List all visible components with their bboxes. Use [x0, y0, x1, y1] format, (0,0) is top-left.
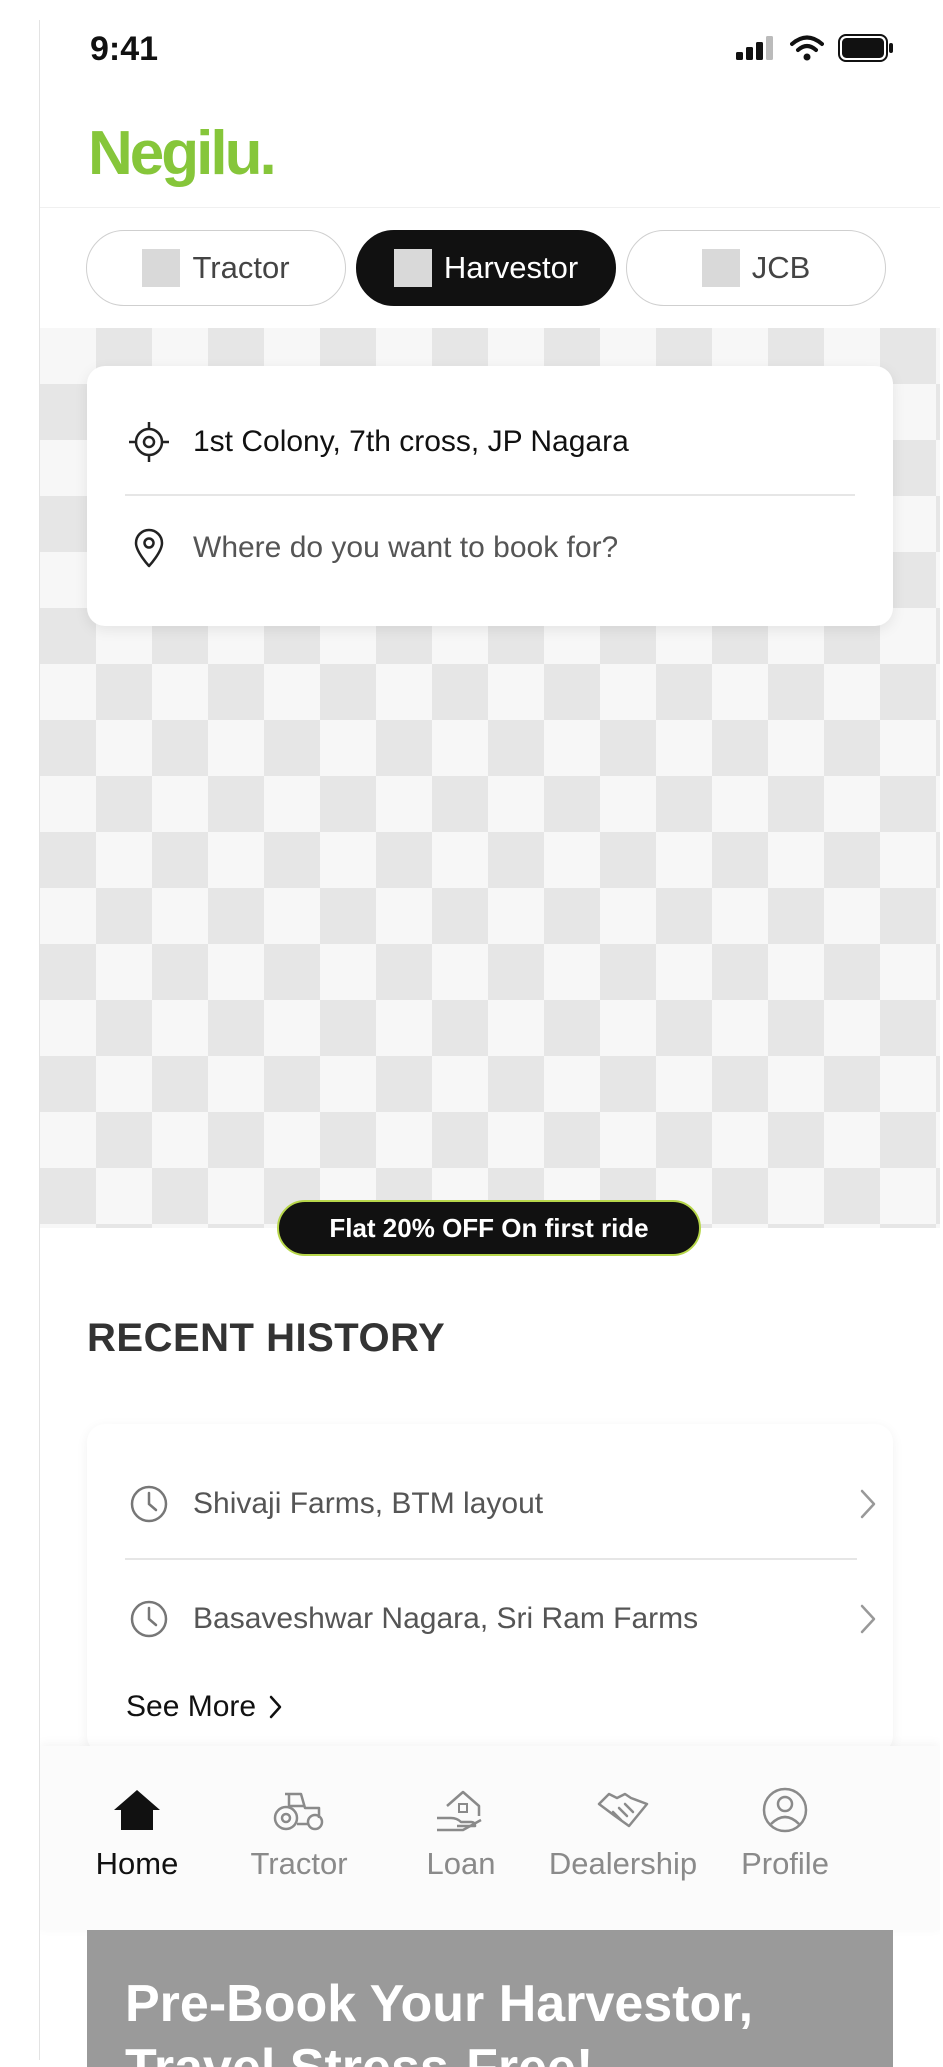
pickup-location-text: 1st Colony, 7th cross, JP Nagara [193, 425, 629, 458]
vehicle-type-tabs: Tractor Harvestor JCB [40, 212, 940, 330]
nav-home[interactable]: Home [56, 1746, 218, 1930]
divider [125, 1558, 857, 1560]
tractor-thumbnail [142, 249, 181, 287]
profile-icon [762, 1787, 808, 1833]
see-more-label: See More [126, 1690, 257, 1723]
status-time: 9:41 [90, 30, 159, 68]
clock-icon [130, 1600, 168, 1638]
tab-label: Tractor [192, 250, 290, 285]
bottom-navigation: Home Tractor Loan Dealership Profile [40, 1746, 940, 1930]
nav-label: Loan [426, 1846, 496, 1881]
tab-jcb[interactable]: JCB [626, 230, 886, 306]
status-bar: 9:41 [40, 0, 940, 100]
brand-logo: Negilu. [88, 119, 277, 188]
history-item[interactable]: Shivaji Farms, BTM layout [127, 1469, 880, 1539]
tab-tractor[interactable]: Tractor [86, 230, 346, 306]
clock-icon [130, 1485, 168, 1523]
nav-label: Profile [741, 1846, 829, 1881]
history-item-label: Shivaji Farms, BTM layout [193, 1487, 544, 1520]
wifi-icon [790, 35, 824, 61]
pickup-location-row[interactable]: 1st Colony, 7th cross, JP Nagara [127, 420, 629, 464]
recent-history-title: RECENT HISTORY [87, 1316, 446, 1360]
status-icons [736, 34, 894, 62]
loan-icon [437, 1790, 482, 1832]
app-header: Negilu. [40, 100, 940, 208]
map-pin-icon [134, 528, 164, 568]
divider [125, 494, 855, 496]
history-item-label: Basaveshwar Nagara, Sri Ram Farms [193, 1602, 699, 1635]
tab-harvestor[interactable]: Harvestor [356, 230, 616, 306]
nav-tractor[interactable]: Tractor [218, 1746, 380, 1930]
phone-screen: 9:41 Negilu. Tractor Harvestor JCB 1st C… [40, 0, 940, 2067]
promo-label: Flat 20% OFF On first ride [329, 1212, 649, 1243]
current-location-icon [129, 422, 169, 462]
chevron-right-icon [269, 1695, 282, 1719]
destination-input[interactable]: Where do you want to book for? [127, 526, 618, 570]
handshake-icon [597, 1792, 649, 1828]
nav-label: Tractor [250, 1846, 348, 1881]
nav-label: Home [95, 1846, 179, 1881]
tab-label: JCB [751, 250, 811, 285]
tab-label: Harvestor [443, 250, 579, 285]
nav-profile[interactable]: Profile [704, 1746, 866, 1930]
jcb-thumbnail [701, 249, 740, 287]
signal-icon [736, 36, 773, 60]
promo-badge[interactable]: Flat 20% OFF On first ride [277, 1200, 701, 1256]
see-more-link[interactable]: See More [126, 1690, 284, 1724]
chevron-right-icon [860, 1604, 876, 1634]
location-card: 1st Colony, 7th cross, JP Nagara Where d… [87, 366, 893, 626]
nav-dealership[interactable]: Dealership [542, 1746, 704, 1930]
nav-label: Dealership [548, 1846, 698, 1881]
destination-placeholder: Where do you want to book for? [193, 531, 619, 564]
chevron-right-icon [860, 1489, 876, 1519]
tractor-icon [273, 1792, 324, 1831]
nav-loan[interactable]: Loan [380, 1746, 542, 1930]
banner-title: Pre-Book Your Harvestor, Travel Stress-F… [125, 1975, 754, 2067]
home-icon [114, 1790, 160, 1830]
battery-icon [838, 34, 893, 62]
history-item[interactable]: Basaveshwar Nagara, Sri Ram Farms [127, 1584, 880, 1654]
prebook-banner[interactable]: Pre-Book Your Harvestor, Travel Stress-F… [87, 1930, 893, 2067]
harvestor-thumbnail [393, 249, 432, 287]
